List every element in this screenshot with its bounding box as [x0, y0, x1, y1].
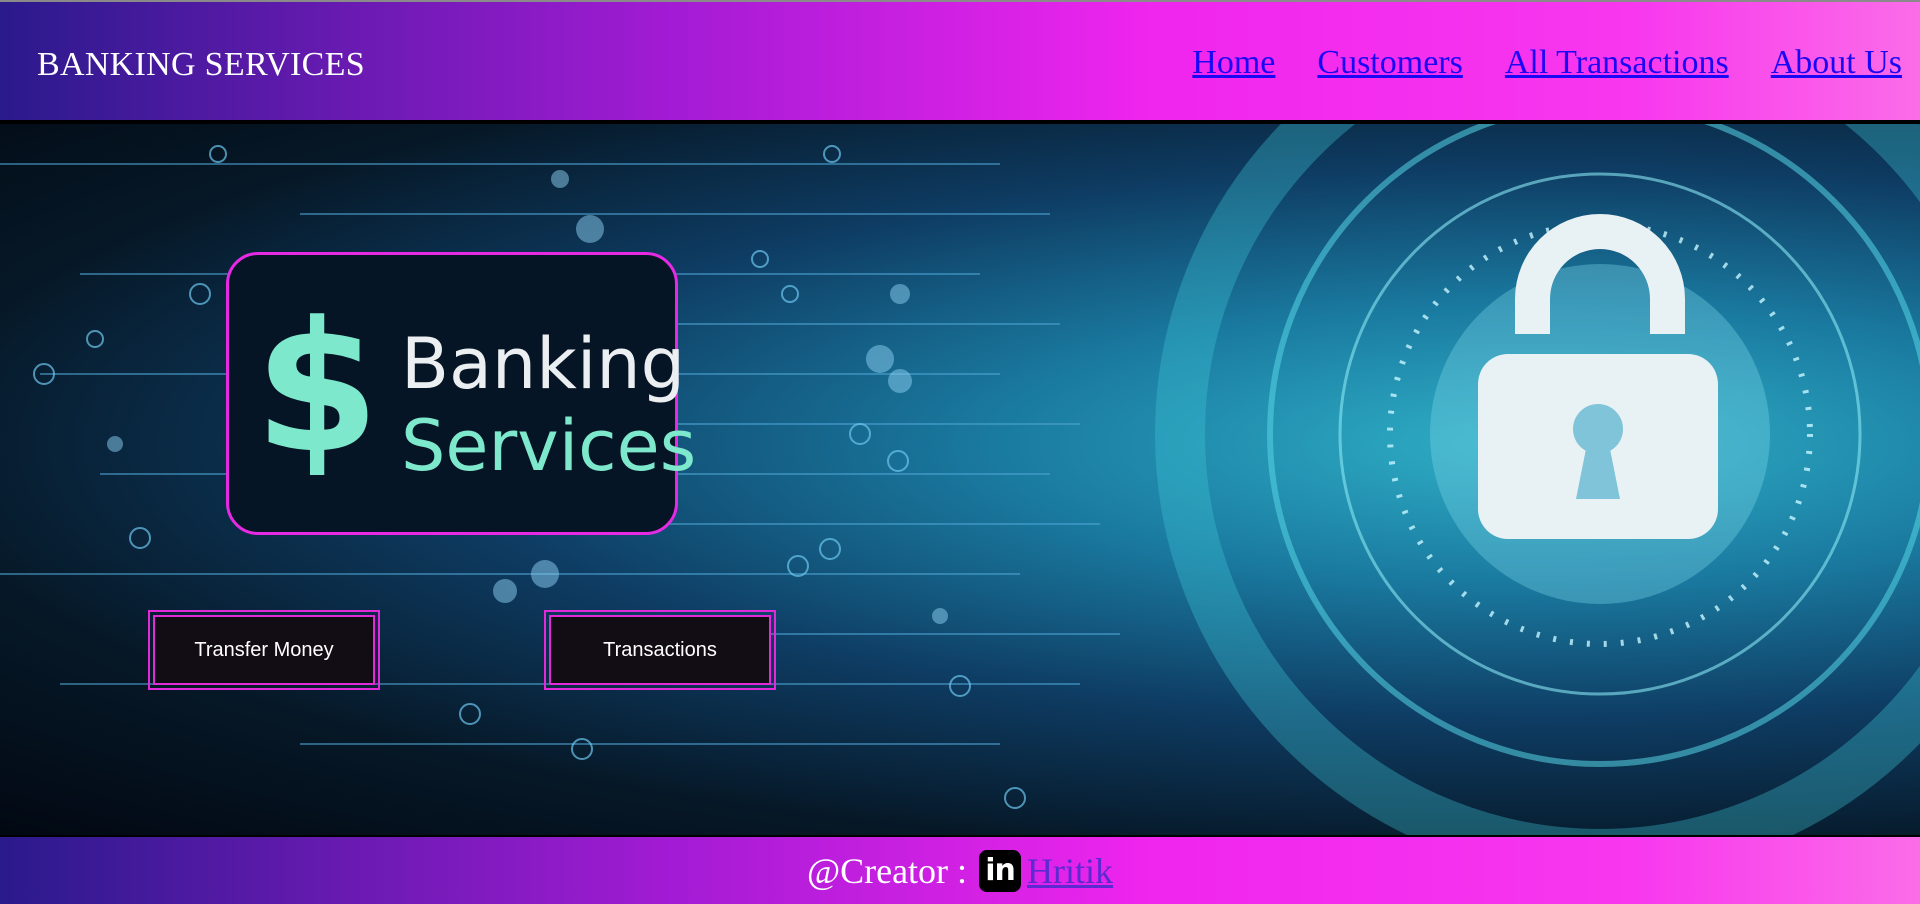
nav-links: Home Customers All Transactions About Us	[1192, 44, 1902, 82]
nav-customers-link[interactable]: Customers	[1317, 44, 1462, 82]
logo-wordmark: Banking Services	[401, 323, 696, 487]
transfer-money-button[interactable]: Transfer Money	[148, 610, 380, 690]
svg-text:$: $	[257, 295, 377, 475]
banking-services-logo: $ Banking Services	[226, 252, 696, 535]
hero-banner: $ Banking Services Transfer Money Transa…	[0, 124, 1920, 837]
brand-title: BANKING SERVICES	[37, 46, 365, 83]
logo-line-banking: Banking	[401, 323, 686, 405]
nav-home-link[interactable]: Home	[1192, 44, 1275, 82]
lock-icon	[1478, 214, 1718, 539]
creator-name-link[interactable]: Hritik	[1027, 850, 1113, 892]
security-lock-graphic	[1155, 124, 1920, 835]
nav-all-transactions-link[interactable]: All Transactions	[1505, 44, 1729, 82]
dollar-icon: $	[257, 295, 377, 475]
transactions-button[interactable]: Transactions	[544, 610, 776, 690]
footer: @Creator : in Hritik	[0, 837, 1920, 904]
linkedin-icon[interactable]: in	[979, 849, 1022, 892]
navbar: BANKING SERVICES Home Customers All Tran…	[0, 0, 1920, 124]
logo-line-services: Services	[401, 405, 697, 487]
nav-about-us-link[interactable]: About Us	[1771, 44, 1902, 82]
creator-label: @Creator :	[806, 850, 968, 891]
